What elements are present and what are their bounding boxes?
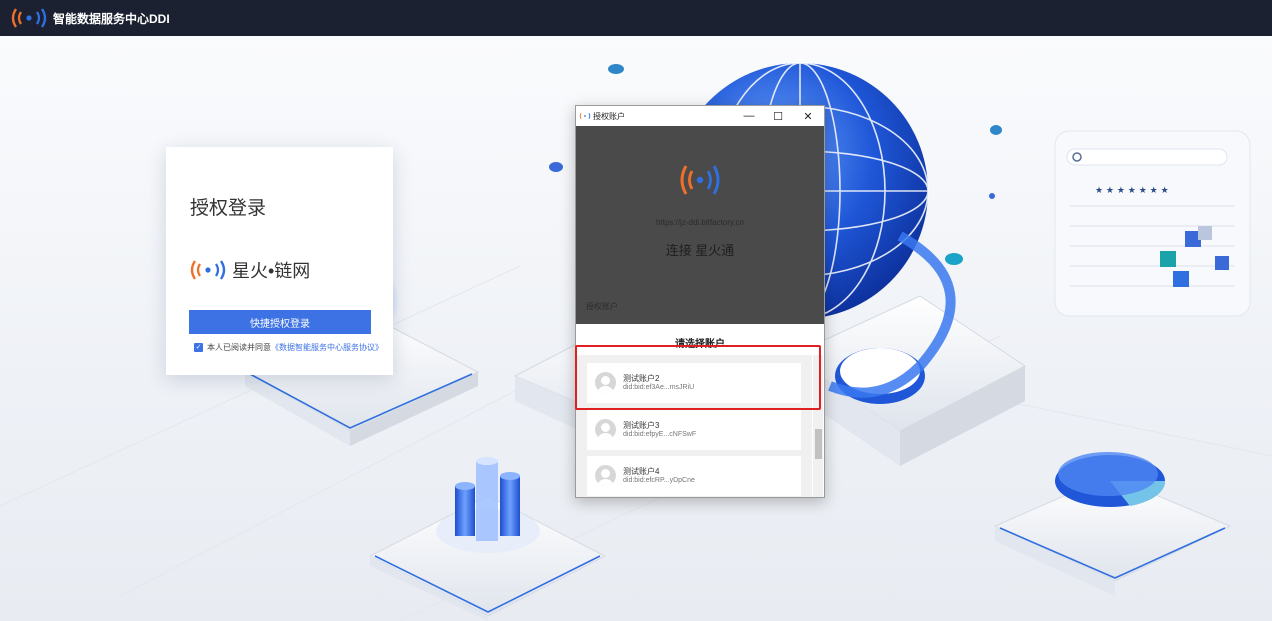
brand: 星火•链网: [188, 257, 310, 283]
account-select-panel: 请选择账户 测试账户2 did:bid:ef3Ae...msJRiU 测试账户3…: [576, 324, 824, 497]
section-label: 授权账户: [586, 302, 618, 311]
brand-name: 星火•链网: [232, 261, 311, 281]
signal-waves-icon: [680, 165, 720, 195]
account-name: 测试账户3: [623, 421, 660, 430]
account-item[interactable]: 测试账户3 did:bid:efpyE...cNFSwF: [587, 410, 801, 450]
agreement-row: ✓ 本人已阅读并同意 《数据智能服务中心服务协议》: [194, 342, 383, 353]
connect-text: 连接 星火通: [665, 243, 735, 258]
user-avatar-icon: [595, 465, 616, 486]
minimize-button[interactable]: —: [735, 106, 763, 126]
signal-waves-icon: [190, 260, 226, 280]
account-did: did:bid:ef3Ae...msJRiU: [623, 384, 695, 391]
account-item[interactable]: 测试账户4 did:bid:efcRP...yDpCne: [587, 456, 801, 496]
account-item[interactable]: 测试账户2 did:bid:ef3Ae...msJRiU: [587, 363, 801, 403]
close-button[interactable]: ✕: [794, 106, 822, 126]
quick-auth-login-button[interactable]: 快捷授权登录: [189, 310, 371, 334]
select-account-title: 请选择账户: [675, 339, 725, 350]
maximize-button[interactable]: ☐: [764, 106, 792, 126]
connect-panel: https://jz-ddi.bitfactory.cn 连接 星火通 授权账户: [576, 126, 824, 324]
account-list-scrollbar[interactable]: [813, 355, 823, 497]
user-avatar-icon: [595, 372, 616, 393]
user-avatar-icon: [595, 419, 616, 440]
account-did: did:bid:efpyE...cNFSwF: [623, 431, 697, 438]
authorize-account-window: 授权账户 — ☐ ✕ https://jz-ddi.bitfactory.cn …: [575, 105, 825, 498]
account-list: 测试账户2 did:bid:ef3Ae...msJRiU 测试账户3 did:b…: [576, 355, 812, 497]
login-title: 授权登录: [190, 198, 267, 219]
signal-waves-icon: [11, 8, 47, 28]
account-name: 测试账户4: [623, 467, 660, 476]
window-title: 授权账户: [593, 111, 625, 121]
scrollbar-thumb[interactable]: [815, 429, 822, 459]
agreement-checkbox[interactable]: ✓: [194, 343, 203, 352]
account-did: did:bid:efcRP...yDpCne: [623, 477, 695, 484]
svg-text:★ ★ ★ ★ ★ ★ ★: ★ ★ ★ ★ ★ ★ ★: [1095, 186, 1169, 196]
site-url: https://jz-ddi.bitfactory.cn: [656, 218, 744, 227]
app-title: 智能数据服务中心DDI: [53, 11, 170, 26]
account-name: 测试账户2: [623, 374, 660, 383]
signal-waves-icon: [579, 113, 591, 119]
agreement-text: 本人已阅读并同意: [207, 343, 271, 352]
agreement-link[interactable]: 《数据智能服务中心服务协议》: [271, 342, 383, 353]
top-bar: 智能数据服务中心DDI: [0, 0, 1272, 36]
login-card: 授权登录 星火•链网 快捷授权登录 ✓ 本人已阅读并同意 《数据智能服务中心服务…: [166, 147, 393, 375]
window-titlebar[interactable]: 授权账户 — ☐ ✕: [576, 106, 824, 126]
